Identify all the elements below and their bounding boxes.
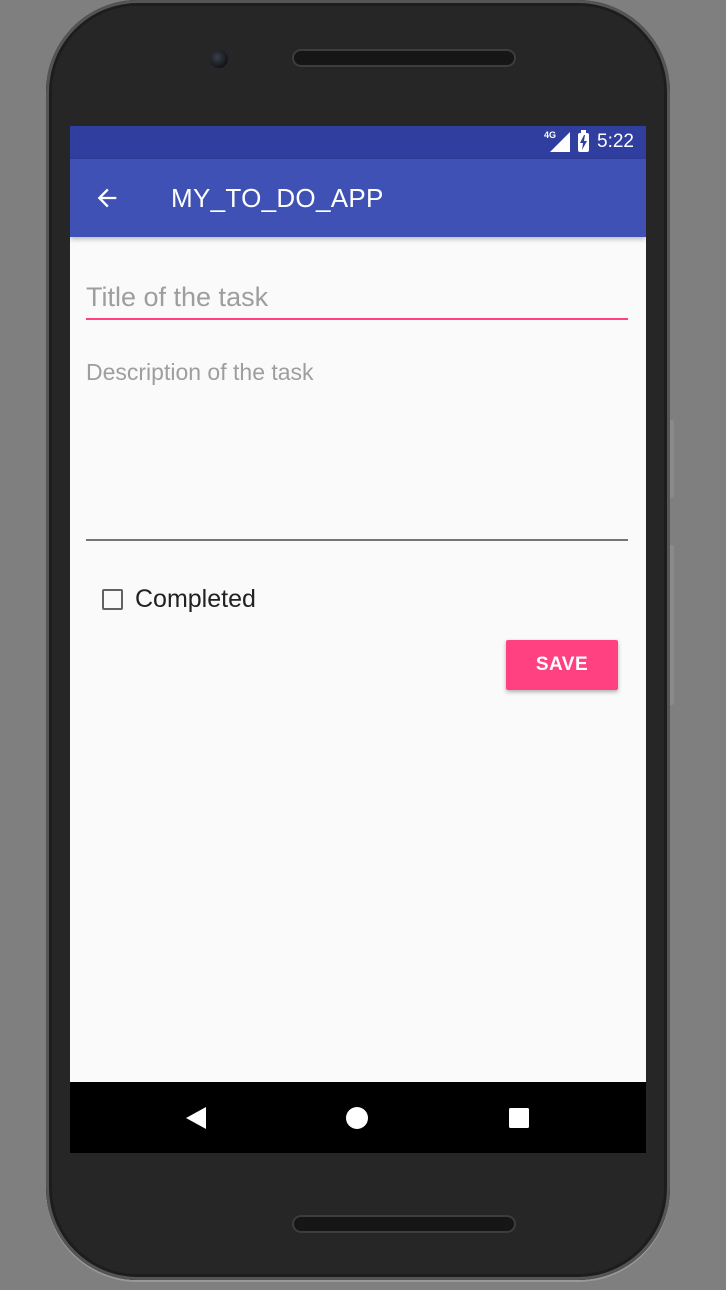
front-camera <box>210 50 228 68</box>
back-button[interactable] <box>90 181 124 215</box>
nav-home-button[interactable] <box>341 1102 373 1134</box>
task-title-input[interactable] <box>86 276 628 320</box>
task-title-field <box>86 276 628 322</box>
app-title: MY_TO_DO_APP <box>171 183 384 213</box>
completed-label: Completed <box>135 584 256 613</box>
battery-charging-icon <box>578 129 590 152</box>
completed-checkbox-row[interactable]: Completed <box>102 584 256 614</box>
volume-button <box>670 420 674 498</box>
network-type-label: 4G <box>544 130 557 140</box>
save-button[interactable]: SAVE <box>506 640 618 690</box>
task-description-input[interactable] <box>86 359 628 541</box>
app-screen: 4G 5:22 MY_TO_DO_APP Compl <box>70 126 646 1153</box>
task-description-field <box>86 359 628 543</box>
bottom-speaker-grille <box>292 1215 516 1233</box>
navigation-bar <box>70 1082 646 1153</box>
completed-checkbox[interactable] <box>102 588 123 610</box>
arrow-back-icon <box>97 188 117 208</box>
nav-back-button[interactable] <box>180 1102 212 1134</box>
app-bar: MY_TO_DO_APP <box>70 159 646 237</box>
top-speaker-grille <box>292 49 516 67</box>
nav-recent-button[interactable] <box>503 1102 535 1134</box>
nav-back-triangle-icon <box>186 1107 206 1129</box>
nav-recent-square-icon <box>509 1108 529 1128</box>
status-icons: 4G 5:22 <box>544 129 634 153</box>
status-bar: 4G 5:22 <box>70 126 646 159</box>
signal-icon: 4G <box>544 130 571 153</box>
nav-home-circle-icon <box>346 1107 368 1129</box>
power-button <box>670 545 674 705</box>
status-time: 5:22 <box>597 131 634 152</box>
